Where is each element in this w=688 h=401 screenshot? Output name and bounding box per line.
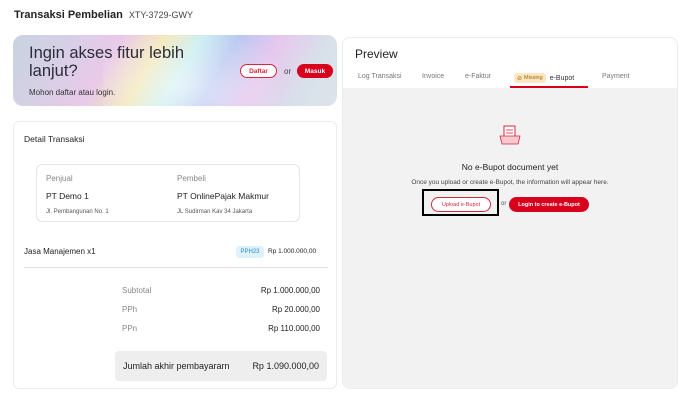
summary-label: PPn	[122, 324, 138, 333]
transaction-code: XTY-3729-GWY	[128, 10, 194, 20]
summary-value: Rp 20.000,00	[271, 305, 320, 314]
preview-tabs: Log Transaksi Invoice e-Faktur ⊘ Missing e…	[343, 68, 677, 88]
tab-ebupot[interactable]: ⊘ Missing e-Bupot	[514, 73, 574, 83]
empty-state-title: No e-Bupot document yet	[461, 162, 559, 172]
seller-name: PT Demo 1	[46, 191, 89, 201]
summary-pph: PPh Rp 20.000,00	[122, 305, 320, 317]
warning-icon: ⊘	[517, 75, 523, 82]
banner-headline: Ingin akses fitur lebih lanjut?	[29, 44, 185, 80]
banner-or-text: or	[284, 67, 292, 76]
tab-log-transaksi[interactable]: Log Transaksi	[358, 73, 402, 80]
summary-label: Subtotal	[122, 286, 152, 295]
item-name: Jasa Manajemen x1	[24, 247, 96, 256]
preview-or-text: or	[501, 201, 507, 207]
preview-body: No e-Bupot document yet Once you upload …	[343, 88, 677, 388]
seller-address: Jl. Pembangunan No. 1	[46, 209, 109, 215]
register-button[interactable]: Daftar	[240, 64, 277, 78]
divider	[24, 267, 328, 268]
seller-role: Penjual	[46, 174, 73, 183]
upload-ebupot-button[interactable]: Upload e-Bupot	[431, 197, 491, 212]
banner-subtitle: Mohon daftar atau login.	[29, 88, 116, 97]
summary-value: Rp 1.000.000,00	[260, 286, 320, 295]
login-create-ebupot-button[interactable]: Login to create e-Bupot	[509, 197, 589, 212]
line-item: Jasa Manajemen x1 PPH23 Rp 1.000.000,00	[24, 246, 328, 258]
detail-title: Detail Transaksi	[24, 134, 85, 144]
preview-title: Preview	[355, 47, 398, 61]
document-icon	[499, 125, 521, 145]
page-header: Transaksi Pembelian XTY-3729-GWY	[14, 9, 193, 21]
total-label: Jumlah akhir pembayararn	[123, 361, 230, 371]
missing-badge: ⊘ Missing	[514, 73, 546, 83]
empty-state-hint: Once you upload or create e-Bupot, the i…	[411, 179, 609, 186]
total-value: Rp 1.090.000,00	[252, 361, 319, 371]
summary-subtotal: Subtotal Rp 1.000.000,00	[122, 286, 320, 298]
tab-payment[interactable]: Payment	[602, 73, 630, 80]
seller-info: Penjual PT Demo 1 Jl. Pembangunan No. 1	[46, 174, 109, 215]
buyer-name: PT OnlinePajak Makmur	[177, 191, 269, 201]
transaction-detail-card: Detail Transaksi Penjual PT Demo 1 Jl. P…	[13, 121, 337, 389]
summary-label: PPh	[122, 305, 138, 314]
signup-banner: Ingin akses fitur lebih lanjut? Mohon da…	[13, 35, 337, 106]
buyer-info: Pembeli PT OnlinePajak Makmur JL Sudirma…	[177, 174, 269, 215]
page-title: Transaksi Pembelian	[14, 9, 123, 21]
summary-value: Rp 110.000,00	[268, 324, 320, 333]
buyer-address: JL Sudirman Kav 34 Jakarta	[177, 209, 253, 215]
login-button[interactable]: Masuk	[297, 64, 333, 78]
summary-ppn: PPn Rp 110.000,00	[122, 324, 320, 336]
tax-badge: PPH23	[236, 246, 264, 258]
missing-badge-label: Missing	[524, 75, 543, 81]
parties-box: Penjual PT Demo 1 Jl. Pembangunan No. 1 …	[36, 164, 300, 222]
preview-panel: Preview Log Transaksi Invoice e-Faktur ⊘…	[342, 37, 678, 389]
total-payment: Jumlah akhir pembayararn Rp 1.090.000,00	[115, 351, 327, 381]
item-price: Rp 1.000.000,00	[268, 248, 317, 255]
tab-ebupot-label: e-Bupot	[549, 74, 575, 82]
tab-invoice[interactable]: Invoice	[422, 73, 444, 80]
buyer-role: Pembeli	[177, 174, 206, 183]
tab-efaktur[interactable]: e-Faktur	[465, 73, 491, 80]
